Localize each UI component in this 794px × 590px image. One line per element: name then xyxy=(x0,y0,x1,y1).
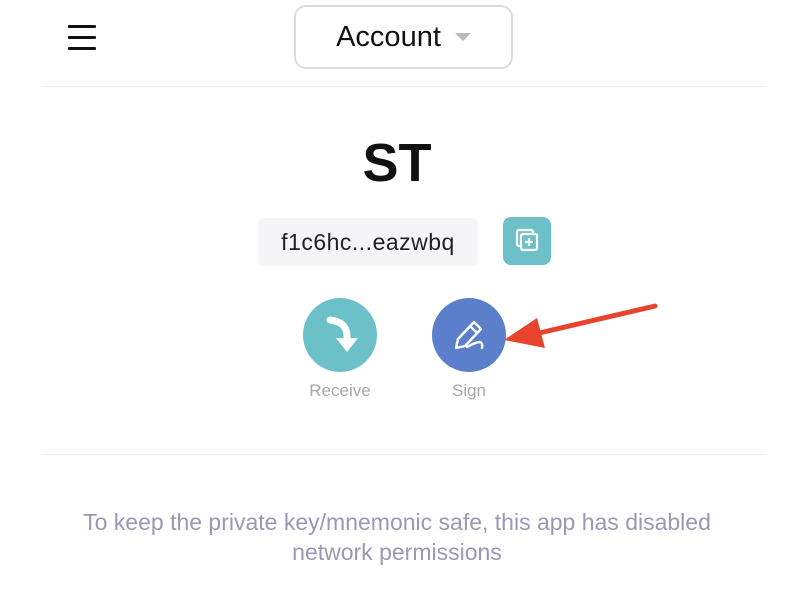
section-divider xyxy=(42,454,766,455)
annotation-arrow xyxy=(504,303,658,348)
network-notice: To keep the private key/mnemonic safe, t… xyxy=(83,509,711,565)
